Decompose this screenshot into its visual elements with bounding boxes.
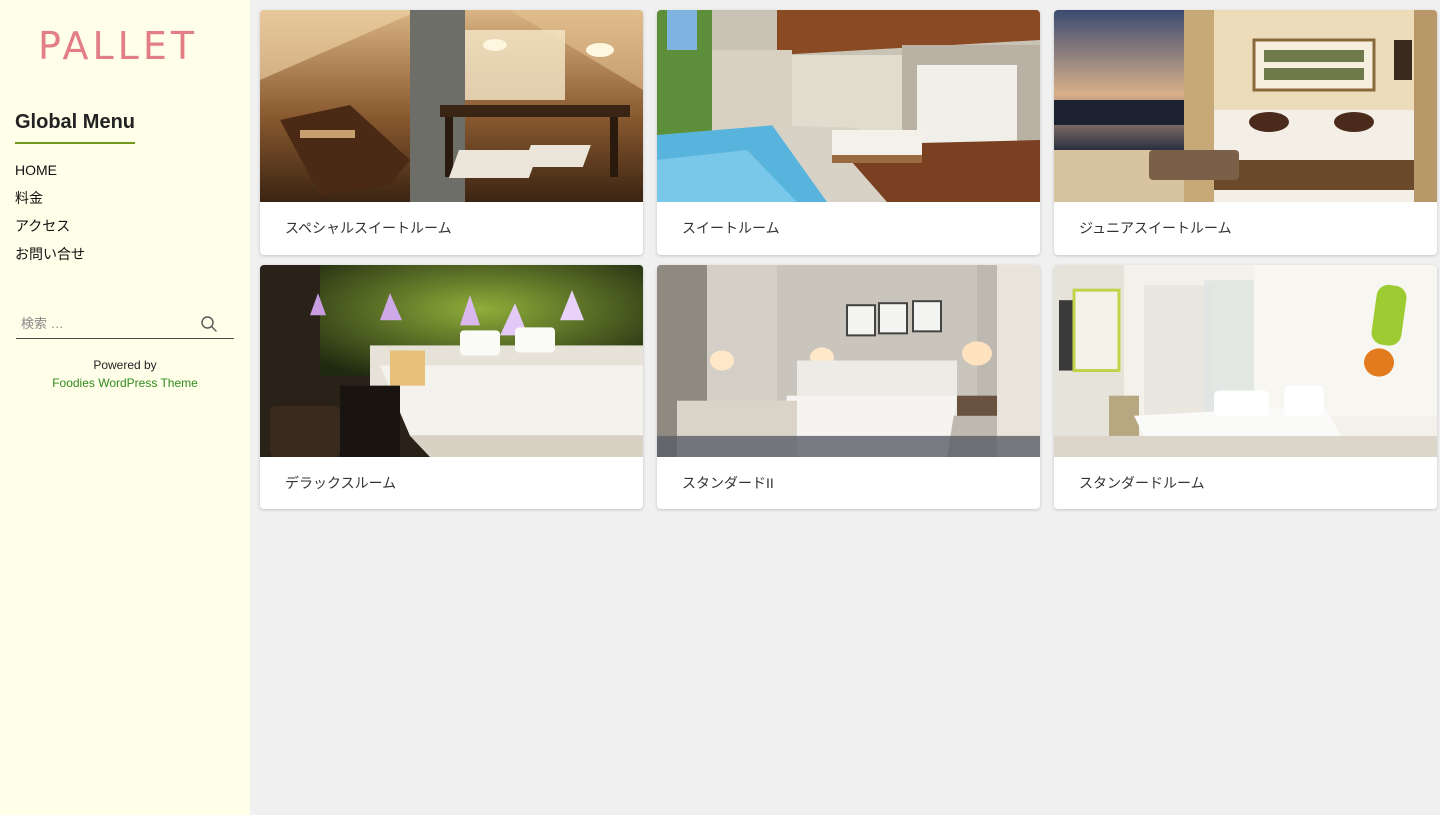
room-photo xyxy=(260,265,643,457)
menu-item-home[interactable]: HOME xyxy=(15,160,85,188)
menu-item-access[interactable]: アクセス xyxy=(15,216,85,244)
room-photo xyxy=(657,10,1040,202)
room-grid: スペシャルスイートルーム スイートルーム ジュニアスイートルーム デラックスルー… xyxy=(260,10,1437,509)
menu-item-contact[interactable]: お問い合せ xyxy=(15,244,85,272)
room-title: スペシャルスイートルーム xyxy=(285,220,452,236)
room-card[interactable]: デラックスルーム xyxy=(260,265,643,509)
sidebar: PALLET Global Menu HOME 料金 アクセス お問い合せ Po… xyxy=(0,0,250,815)
room-title: ジュニアスイートルーム xyxy=(1079,220,1232,236)
global-menu-title: Global Menu xyxy=(15,111,135,144)
powered-by: Powered by Foodies WordPress Theme xyxy=(0,356,250,392)
room-title: スタンダードルーム xyxy=(1079,475,1205,491)
room-photo xyxy=(657,265,1040,457)
room-card[interactable]: ジュニアスイートルーム xyxy=(1054,10,1437,255)
global-menu: HOME 料金 アクセス お問い合せ xyxy=(15,160,85,272)
menu-item-pricing[interactable]: 料金 xyxy=(15,188,85,216)
room-card[interactable]: スタンダードII xyxy=(657,265,1040,509)
search-input[interactable] xyxy=(16,309,196,337)
search-icon[interactable] xyxy=(200,315,218,333)
room-photo xyxy=(1054,10,1437,202)
site-logo[interactable]: PALLET xyxy=(38,24,198,68)
room-title: スタンダードII xyxy=(682,475,774,491)
room-photo xyxy=(1054,265,1437,457)
search-form xyxy=(16,309,234,339)
room-card[interactable]: スペシャルスイートルーム xyxy=(260,10,643,255)
room-photo xyxy=(260,10,643,202)
room-title: スイートルーム xyxy=(682,220,780,236)
theme-link[interactable]: Foodies WordPress Theme xyxy=(0,374,250,392)
room-title: デラックスルーム xyxy=(285,475,397,491)
powered-by-text: Powered by xyxy=(93,358,157,372)
room-card[interactable]: スタンダードルーム xyxy=(1054,265,1437,509)
room-card[interactable]: スイートルーム xyxy=(657,10,1040,255)
